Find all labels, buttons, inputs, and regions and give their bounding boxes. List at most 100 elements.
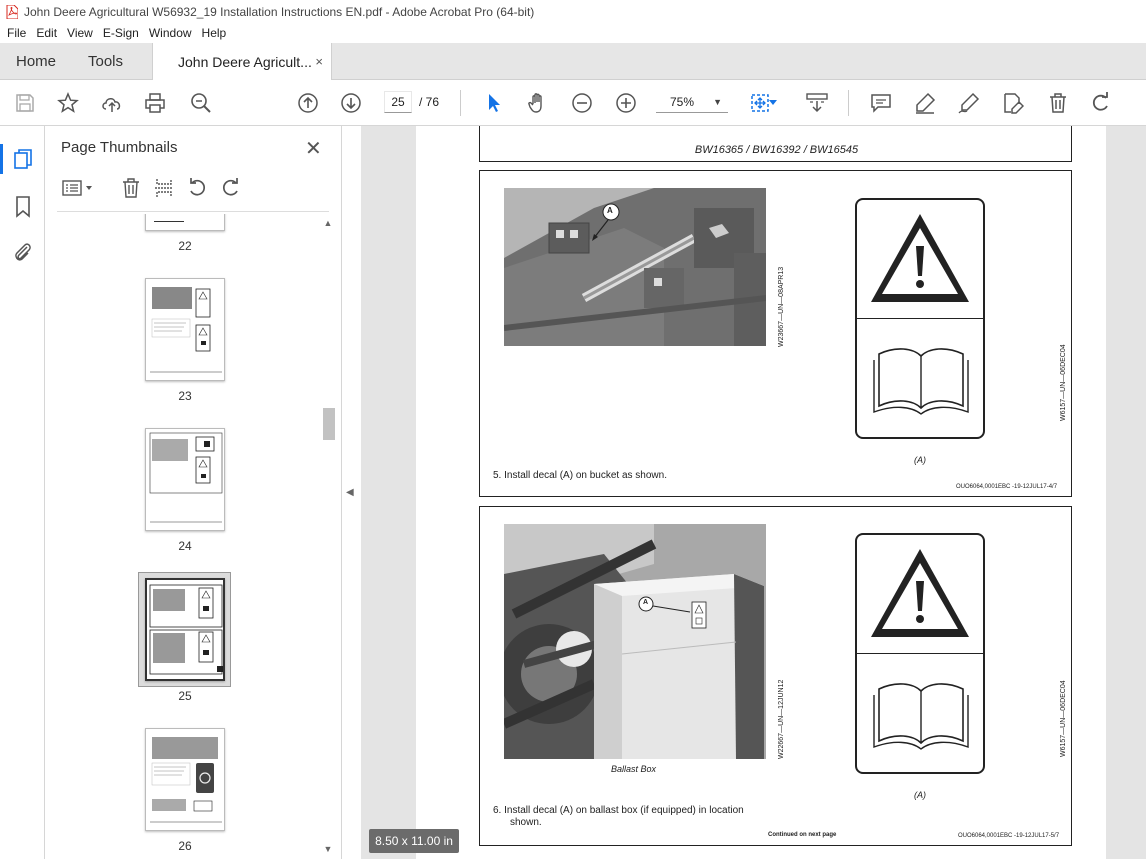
fit-page-dropdown-icon[interactable] (766, 91, 780, 115)
thumbnail-page-number: 22 (178, 239, 192, 253)
pdf-page: BW16365 / BW16392 / BW16545 A W23667—UN—… (416, 126, 1106, 859)
scroll-down-icon[interactable]: ▼ (321, 844, 335, 858)
delete-trash-icon[interactable] (1046, 91, 1070, 115)
continued-note: Continued on next page (768, 832, 837, 838)
document-view[interactable]: BW16365 / BW16392 / BW16545 A W23667—UN—… (361, 126, 1146, 859)
extract-pages-icon[interactable] (152, 176, 176, 200)
page-total: / 76 (419, 95, 440, 109)
scrollbar-thumb[interactable] (323, 408, 335, 440)
active-indicator (0, 144, 3, 174)
panel-divider (57, 211, 329, 212)
print-icon[interactable] (143, 91, 167, 115)
bucket-photo: A (504, 188, 766, 346)
panel-title: Page Thumbnails (61, 139, 178, 156)
decal-divider (857, 653, 983, 654)
photo-caption-ballast-box: Ballast Box (611, 764, 657, 774)
previous-page-icon[interactable] (296, 91, 320, 115)
rotate-clockwise-icon[interactable] (219, 176, 243, 200)
thumbnail-list: 22 23 24 25 26 (45, 214, 342, 859)
title-bar: John Deere Agricultural W56932_19 Instal… (0, 0, 1146, 23)
decal-caption: (A) (914, 790, 926, 800)
thumbnail-page-number: 23 (178, 389, 192, 403)
thumbnail-page[interactable] (145, 428, 225, 531)
step-6-text-line2: shown. (510, 817, 542, 828)
sign-icon[interactable] (957, 91, 981, 115)
highlight-pen-icon[interactable] (913, 91, 937, 115)
upload-cloud-icon[interactable] (100, 91, 124, 115)
decal-figure-code: W6157—UN—06DEC04 (1060, 344, 1067, 421)
menu-window[interactable]: Window (144, 26, 197, 40)
thumbnail-page[interactable] (145, 728, 225, 831)
chevron-down-icon: ▼ (713, 97, 722, 107)
scroll-mode-icon[interactable] (805, 91, 829, 115)
thumbnail-page[interactable] (145, 278, 225, 381)
tab-document[interactable]: John Deere Agricult... × (152, 43, 332, 81)
page-thumbnails-panel: Page Thumbnails ✕ 22 23 24 25 26 ▲ ▼ (45, 126, 342, 859)
comment-icon[interactable] (869, 91, 893, 115)
zoom-out-icon[interactable] (570, 91, 594, 115)
acrobat-pdf-icon (6, 4, 18, 19)
tab-close-icon[interactable]: × (315, 54, 323, 69)
main-toolbar: 25 / 76 75% ▼ (0, 80, 1146, 126)
edit-pdf-icon[interactable] (1001, 91, 1025, 115)
step-5-text: 5. Install decal (A) on bucket as shown. (493, 470, 667, 481)
tab-bar: Home Tools John Deere Agricult... × (0, 43, 1146, 81)
section-reference-code: OUO6064,0001EBC -19-12JUL17-5/7 (958, 833, 1060, 839)
tab-home[interactable]: Home (16, 43, 56, 80)
tab-tools[interactable]: Tools (88, 43, 123, 80)
menu-esign[interactable]: E-Sign (98, 26, 144, 40)
safety-decal-card (855, 533, 985, 774)
tab-document-label: John Deere Agricult... (178, 54, 312, 70)
menu-file[interactable]: File (2, 26, 31, 40)
menu-help[interactable]: Help (197, 26, 232, 40)
thumbnail-page-number: 26 (178, 839, 192, 853)
manual-book-icon (873, 348, 969, 415)
thumbnail-page-number: 25 (178, 689, 192, 703)
decal-caption: (A) (914, 455, 926, 465)
star-icon[interactable] (56, 91, 80, 115)
zoom-level-value: 75% (670, 95, 695, 109)
manual-book-icon (873, 683, 969, 750)
zoom-in-icon[interactable] (614, 91, 638, 115)
navigation-rail (0, 126, 45, 859)
hand-tool-icon[interactable] (526, 91, 550, 115)
thumbnail-page[interactable] (145, 214, 225, 231)
menu-view[interactable]: View (62, 26, 98, 40)
toolbar-divider (460, 90, 461, 116)
decal-figure-code: W6157—UN—06DEC04 (1060, 680, 1067, 757)
section-reference-code: OUO6064,0001EBC -19-12JUL17-4/7 (956, 484, 1058, 490)
callout-label: A (643, 599, 649, 606)
page-size-indicator: 8.50 x 11.00 in (369, 829, 459, 853)
page-thumbnails-icon[interactable] (11, 148, 35, 172)
next-page-icon[interactable] (339, 91, 363, 115)
thumbnail-page-number: 24 (178, 539, 192, 553)
instruction-section-5: A W23667—UN—08APR13 W6157—UN—06DEC04 (A)… (479, 170, 1072, 497)
thumbnail-page-selected[interactable] (145, 578, 225, 681)
rotate-counterclockwise-icon[interactable] (185, 176, 209, 200)
close-panel-icon[interactable]: ✕ (305, 136, 322, 161)
save-icon[interactable] (13, 91, 37, 115)
bookmark-icon[interactable] (11, 195, 35, 219)
zoom-level-dropdown[interactable]: 75% ▼ (656, 91, 728, 113)
instruction-section-6: A W22667—UN—12JUN12 Ballast Box W6157—UN… (479, 506, 1072, 846)
page-header-box: BW16365 / BW16392 / BW16545 (479, 126, 1072, 162)
rotate-clockwise-icon[interactable] (1089, 91, 1113, 115)
delete-page-icon[interactable] (119, 176, 143, 200)
callout-label: A (607, 206, 613, 215)
thumbnail-options-menu-icon[interactable] (61, 176, 95, 200)
toolbar-divider (848, 90, 849, 116)
zoom-search-icon[interactable] (189, 91, 213, 115)
safety-decal-card (855, 198, 985, 439)
scroll-up-icon[interactable]: ▲ (321, 218, 335, 232)
window-title: John Deere Agricultural W56932_19 Instal… (24, 4, 535, 19)
decal-divider (857, 318, 983, 319)
thumbnail-scrollbar[interactable]: ▲ ▼ (321, 218, 335, 858)
menu-edit[interactable]: Edit (31, 26, 62, 40)
page-number-input[interactable]: 25 (384, 91, 412, 113)
collapse-panel-icon[interactable]: ◀ (346, 487, 354, 498)
menu-bar: File Edit View E-Sign Window Help (0, 23, 1146, 43)
attachment-paperclip-icon[interactable] (11, 240, 35, 264)
page-header-models: BW16365 / BW16392 / BW16545 (694, 144, 859, 156)
select-cursor-icon[interactable] (482, 91, 506, 115)
photo-figure-code: W22667—UN—12JUN12 (778, 679, 785, 759)
